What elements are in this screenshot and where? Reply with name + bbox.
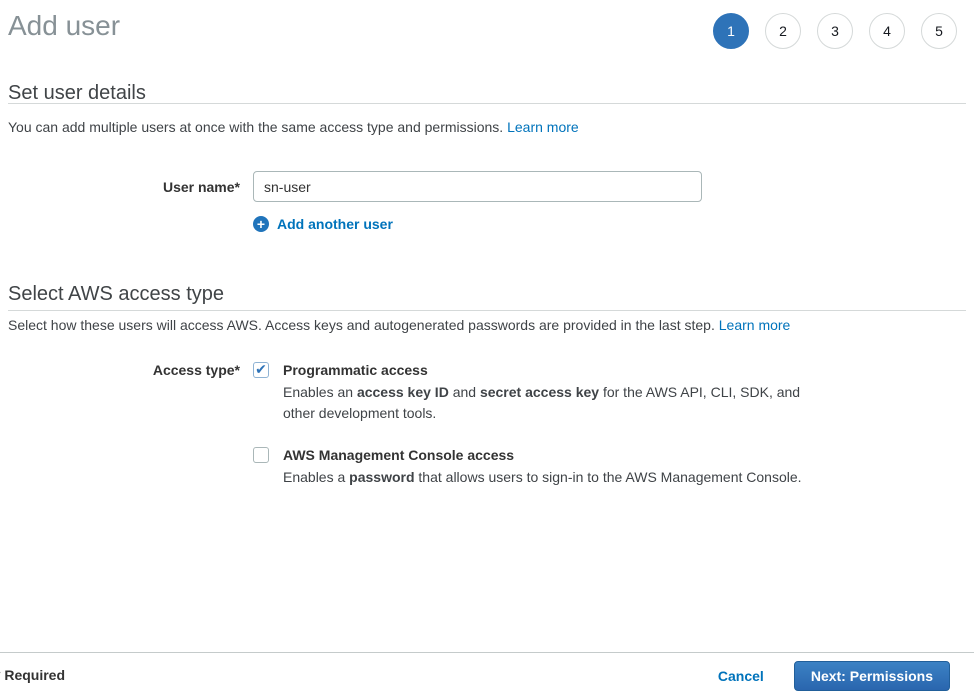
- access-option-title[interactable]: Programmatic access: [283, 360, 828, 380]
- username-input[interactable]: [253, 171, 702, 202]
- access-option-description: Enables an access key ID and secret acce…: [283, 382, 828, 424]
- add-another-user-label: Add another user: [277, 216, 393, 232]
- plus-icon: +: [253, 216, 269, 232]
- access-type-option: ✔ Programmatic accessEnables an access ke…: [253, 360, 833, 424]
- footer-actions: Cancel Next: Permissions: [718, 661, 950, 691]
- user-details-description-text: You can add multiple users at once with …: [8, 119, 507, 135]
- step-circle-3[interactable]: 3: [817, 13, 853, 49]
- access-option-checkbox[interactable]: ✔: [253, 362, 269, 378]
- access-type-option: AWS Management Console accessEnables a p…: [253, 445, 833, 488]
- next-permissions-button[interactable]: Next: Permissions: [794, 661, 950, 691]
- divider: [8, 310, 966, 311]
- checkmark-icon: ✔: [255, 362, 267, 376]
- user-details-description: You can add multiple users at once with …: [8, 119, 579, 135]
- access-type-options: ✔ Programmatic accessEnables an access ke…: [253, 360, 833, 488]
- access-type-description-text: Select how these users will access AWS. …: [8, 317, 719, 333]
- page-title: Add user: [8, 10, 120, 42]
- access-option-checkbox[interactable]: [253, 447, 269, 463]
- cancel-button[interactable]: Cancel: [718, 668, 764, 684]
- access-type-description: Select how these users will access AWS. …: [8, 317, 790, 333]
- access-option-description: Enables a password that allows users to …: [283, 467, 802, 488]
- add-another-user-button[interactable]: + Add another user: [253, 216, 393, 232]
- learn-more-link-user-details[interactable]: Learn more: [507, 119, 579, 135]
- add-user-page: Add user 12345 Set user details You can …: [0, 0, 974, 697]
- step-circle-2[interactable]: 2: [765, 13, 801, 49]
- wizard-stepper: 12345: [713, 13, 957, 49]
- section-heading-user-details: Set user details: [8, 82, 146, 105]
- step-circle-1[interactable]: 1: [713, 13, 749, 49]
- divider: [8, 103, 966, 104]
- footer-bar: * Required Cancel Next: Permissions: [0, 652, 974, 697]
- access-option-text: Programmatic accessEnables an access key…: [283, 360, 828, 424]
- access-type-label: Access type*: [8, 362, 240, 378]
- section-heading-access-type: Select AWS access type: [8, 283, 224, 306]
- access-option-text: AWS Management Console accessEnables a p…: [283, 445, 802, 488]
- step-circle-5[interactable]: 5: [921, 13, 957, 49]
- access-option-title[interactable]: AWS Management Console access: [283, 445, 802, 465]
- learn-more-link-access-type[interactable]: Learn more: [719, 317, 791, 333]
- step-circle-4[interactable]: 4: [869, 13, 905, 49]
- required-note: * Required: [0, 667, 65, 683]
- username-label: User name*: [8, 179, 240, 195]
